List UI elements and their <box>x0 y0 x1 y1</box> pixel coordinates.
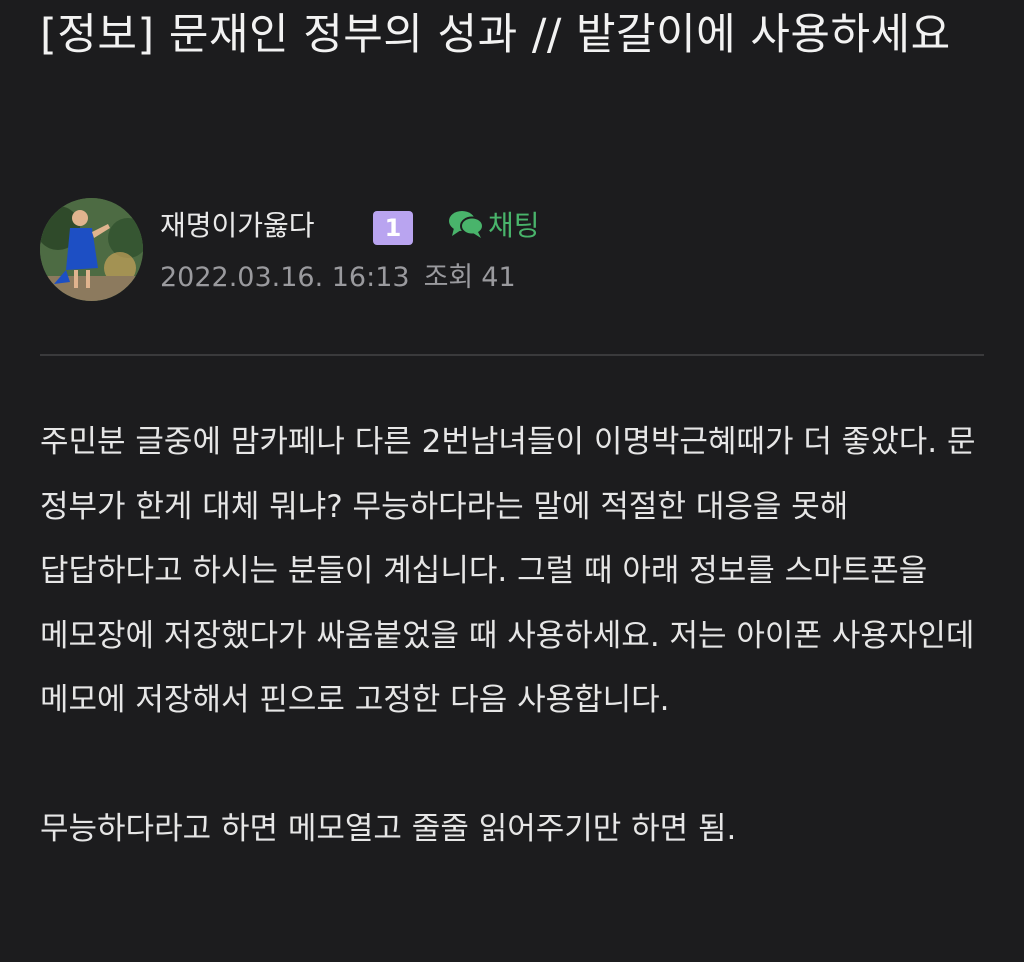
chat-label: 채팅 <box>488 209 540 242</box>
body-paragraph: 무능하다라고 하면 메모열고 줄줄 읽어주기만 하면 됨. <box>40 810 737 847</box>
level-badge: 1 <box>373 211 413 245</box>
chat-button[interactable]: 채팅 <box>448 204 540 244</box>
post-title: [정보] 문재인 정부의 성과 // 밭갈이에 사용하세요 <box>40 10 951 60</box>
views-label: 조회 <box>423 262 474 293</box>
author-name[interactable]: 재명이가옳다 <box>160 206 315 246</box>
post-container: [정보] 문재인 정부의 성과 // 밭갈이에 사용하세요 재명이가옳다 1 채… <box>0 0 1024 962</box>
chat-bubbles-icon <box>449 211 484 238</box>
post-datetime: 2022.03.16. 16:13 <box>160 262 410 293</box>
post-body: 주민분 글중에 맘카페나 다른 2번남녀들이 이명박근혜때가 더 좋았다. 문 … <box>40 410 984 861</box>
author-avatar[interactable] <box>40 198 143 301</box>
profile-photo-icon <box>40 198 143 301</box>
body-paragraph: 주민분 글중에 맘카페나 다른 2번남녀들이 이명박근혜때가 더 좋았다. 문 … <box>40 424 986 718</box>
author-block: 재명이가옳다 1 채팅 2022.03.16. 16:13 조회 41 <box>40 198 980 302</box>
divider <box>40 354 984 356</box>
views-count: 41 <box>481 262 516 293</box>
post-meta: 2022.03.16. 16:13 조회 41 <box>160 258 516 298</box>
